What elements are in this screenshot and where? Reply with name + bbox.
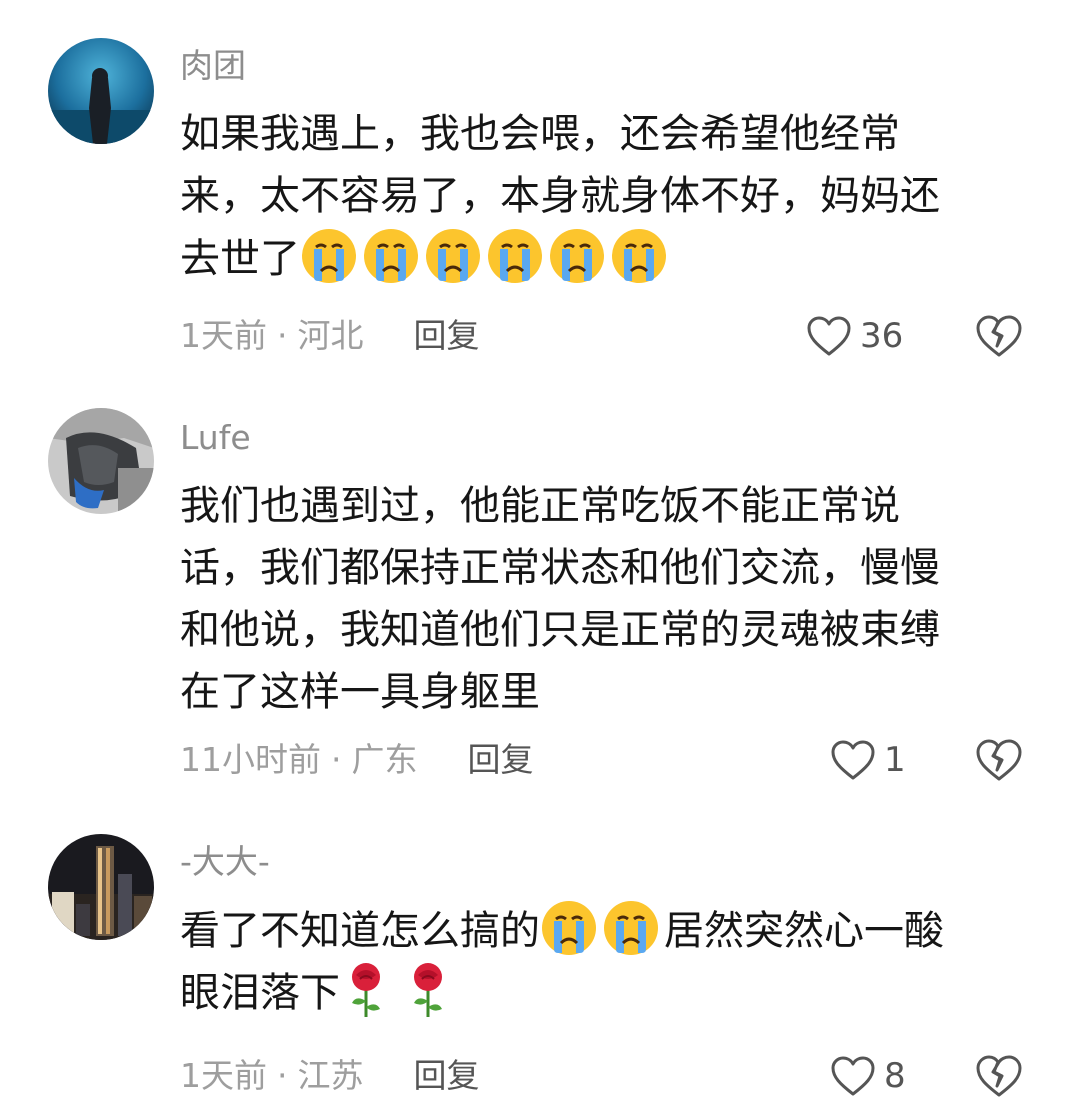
- broken-heart-icon: [974, 738, 1024, 782]
- comment-line-text: 看了不知道怎么搞的: [180, 908, 540, 954]
- meta-separator: ·: [331, 740, 342, 779]
- heart-icon: [830, 1055, 876, 1097]
- crying-face-icon: [540, 899, 598, 957]
- like-count: 36: [860, 316, 904, 356]
- avatar[interactable]: [48, 834, 154, 940]
- crying-face-icon: [486, 227, 544, 285]
- avatar[interactable]: [48, 38, 154, 144]
- comment-meta: 1天前 · 河北 回复: [180, 314, 480, 358]
- comment-location: 河北: [297, 316, 364, 355]
- comment-time: 1天前: [180, 316, 267, 355]
- reply-button[interactable]: 回复: [414, 1054, 480, 1098]
- comment-location: 江苏: [297, 1056, 364, 1095]
- meta-separator: ·: [277, 316, 288, 355]
- crying-face-icon: [424, 227, 482, 285]
- comment-line: 来，太不容易了，本身就身体不好，妈妈还: [180, 173, 940, 219]
- comment-line: 看了不知道怎么搞的 居然突然心一酸: [180, 899, 1030, 961]
- like-count: 8: [884, 1056, 906, 1096]
- reply-button[interactable]: 回复: [468, 738, 534, 782]
- crying-face-icon: [362, 227, 420, 285]
- broken-heart-icon: [974, 1054, 1024, 1098]
- comment-line: 去世了: [180, 227, 1030, 289]
- rose-icon: [344, 961, 388, 1019]
- comment-time: 11小时前: [180, 740, 321, 779]
- comment-text: 看了不知道怎么搞的 居然突然心一酸 眼泪落下: [180, 899, 1030, 1023]
- dislike-button[interactable]: [974, 314, 1024, 358]
- heart-icon: [830, 739, 876, 781]
- comment-text: 我们也遇到过，他能正常吃饭不能正常说 话，我们都保持正常状态和他们交流，慢慢 和…: [180, 475, 1030, 723]
- crying-face-icon: [602, 899, 660, 957]
- like-button[interactable]: 8: [830, 1054, 906, 1098]
- comment-line: 话，我们都保持正常状态和他们交流，慢慢: [180, 545, 940, 591]
- crying-face-icon: [610, 227, 668, 285]
- comment-time: 1天前: [180, 1056, 267, 1095]
- username[interactable]: 肉团: [180, 46, 246, 86]
- comment-meta: 11小时前 · 广东 回复: [180, 738, 534, 782]
- comment-line-text: 去世了: [180, 236, 300, 282]
- comment-line: 和他说，我知道他们只是正常的灵魂被束缚: [180, 607, 940, 653]
- like-button[interactable]: 1: [830, 738, 906, 782]
- comment-line: 如果我遇上，我也会喂，还会希望他经常: [180, 111, 900, 157]
- like-count: 1: [884, 740, 906, 780]
- like-button[interactable]: 36: [806, 314, 903, 358]
- broken-heart-icon: [974, 314, 1024, 358]
- comment-line-text: 眼泪落下: [180, 970, 340, 1016]
- avatar[interactable]: [48, 408, 154, 514]
- dislike-button[interactable]: [974, 738, 1024, 782]
- comment-line-text: 居然突然心一酸: [664, 908, 944, 954]
- comment-line: 我们也遇到过，他能正常吃饭不能正常说: [180, 483, 900, 529]
- username[interactable]: Lufe: [180, 418, 251, 458]
- reply-button[interactable]: 回复: [414, 314, 480, 358]
- crying-face-icon: [300, 227, 358, 285]
- comment-location: 广东: [351, 740, 418, 779]
- comment-line: 在了这样一具身躯里: [180, 669, 540, 715]
- crying-face-icon: [548, 227, 606, 285]
- dislike-button[interactable]: [974, 1054, 1024, 1098]
- comment-meta: 1天前 · 江苏 回复: [180, 1054, 480, 1098]
- rose-icon: [406, 961, 450, 1019]
- username[interactable]: -大大-: [180, 842, 270, 882]
- comment-text: 如果我遇上，我也会喂，还会希望他经常 来，太不容易了，本身就身体不好，妈妈还 去…: [180, 103, 1030, 289]
- meta-separator: ·: [277, 1056, 288, 1095]
- heart-icon: [806, 315, 852, 357]
- comment-line: 眼泪落下: [180, 961, 1030, 1023]
